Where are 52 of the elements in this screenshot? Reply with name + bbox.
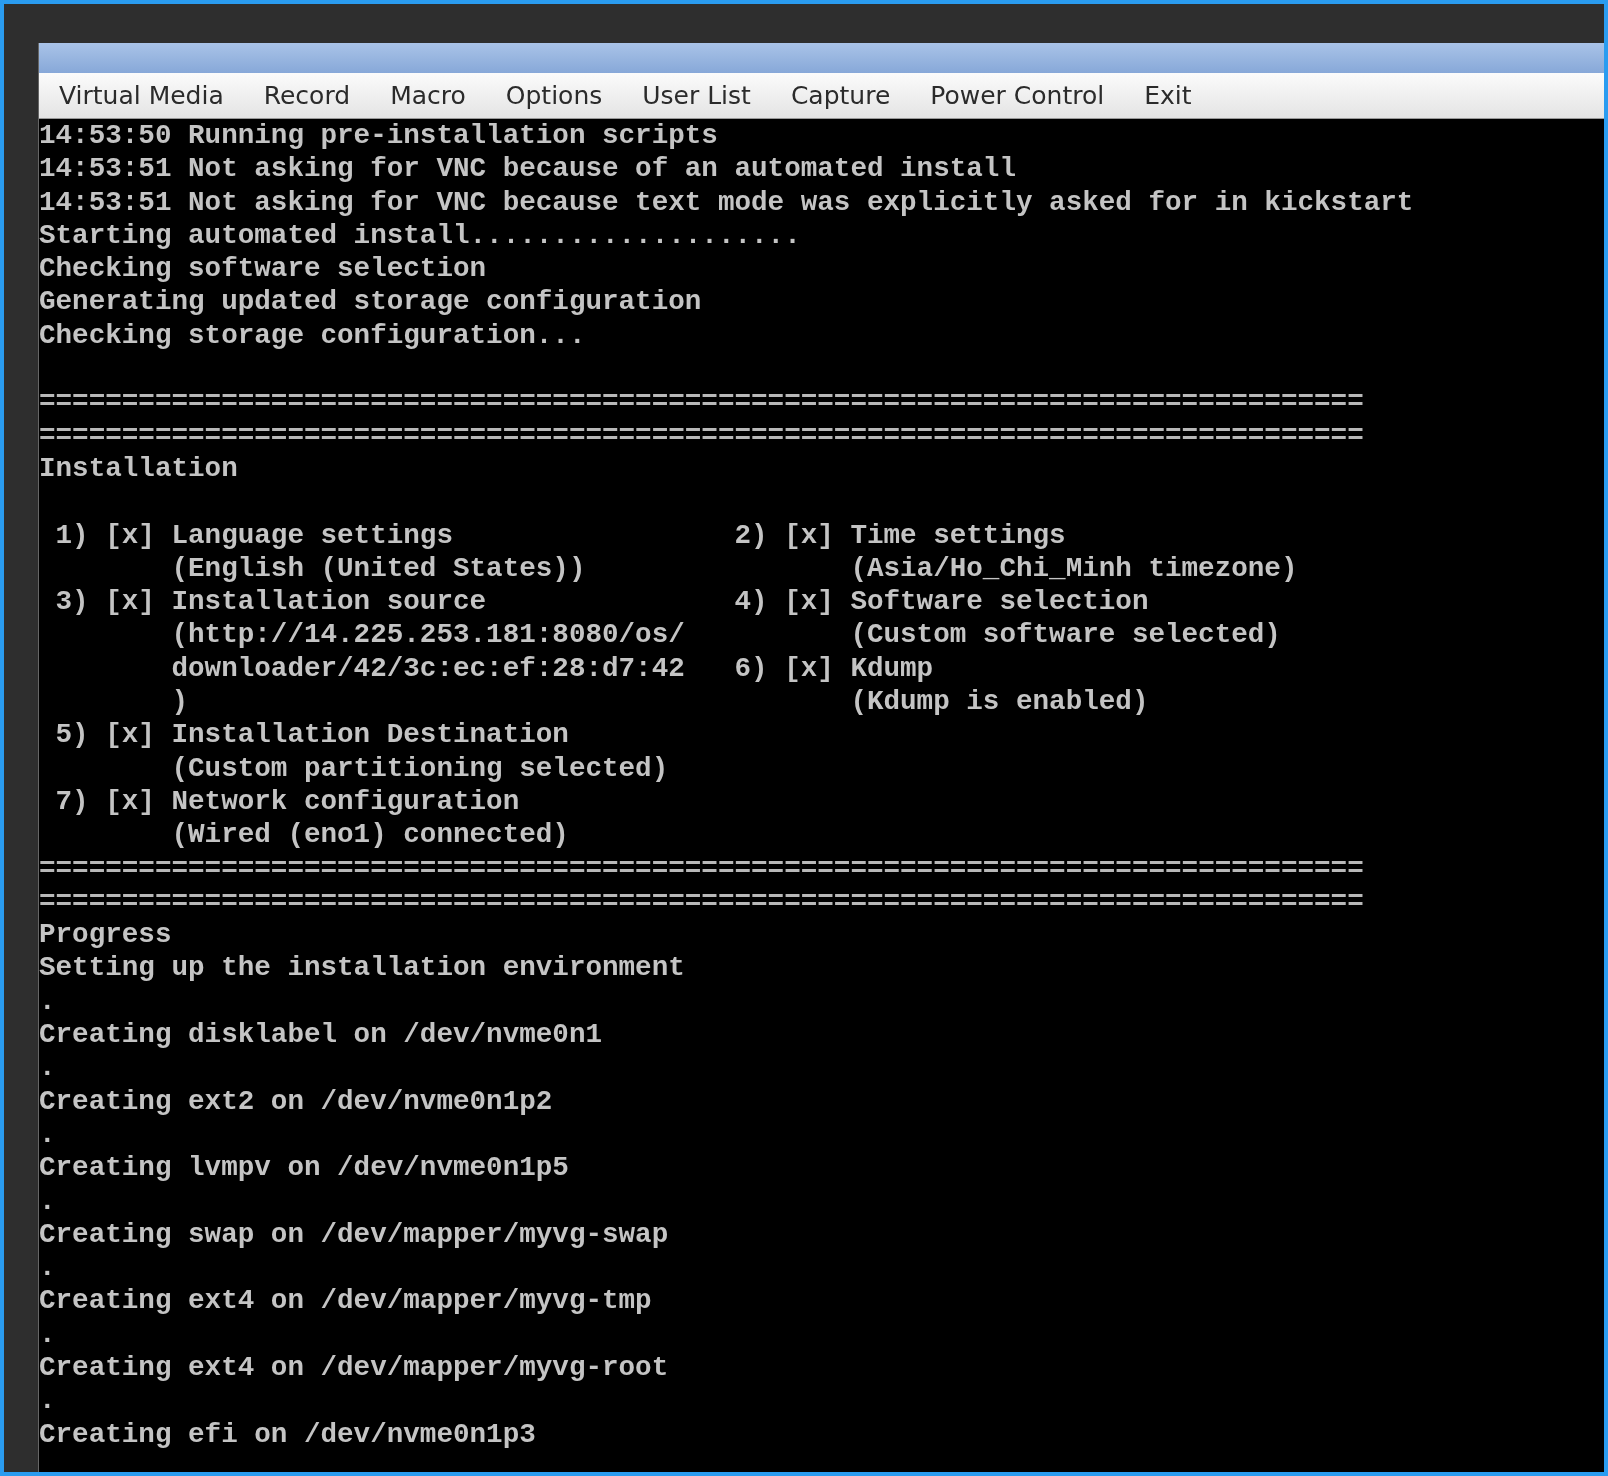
console-text: . bbox=[39, 1318, 56, 1350]
console-text: . bbox=[39, 985, 56, 1017]
console-text: . bbox=[39, 1185, 56, 1217]
console-text: 14:53:50 Running pre-installation scripts bbox=[39, 120, 718, 151]
console-text: Progress bbox=[39, 919, 172, 951]
console-text: (Asia/Ho_Chi_Minh timezone) bbox=[849, 551, 1298, 586]
console-text: (Custom software selected) bbox=[849, 618, 1281, 652]
console-text: Starting automated install.................... bbox=[39, 219, 801, 251]
console-text: 2) [x] Time settings bbox=[734, 518, 1066, 552]
console-text: Generating updated storage configuration bbox=[39, 286, 702, 318]
console-text: Creating ext2 on /dev/nvme0n1p2 bbox=[39, 1085, 553, 1117]
console-text: Creating efi on /dev/nvme0n1p3 bbox=[39, 1418, 536, 1450]
menu-item[interactable]: Macro bbox=[370, 77, 486, 114]
console-text: 7) [x] Network configuration bbox=[54, 785, 520, 817]
console-text: Checking storage configuration... bbox=[39, 319, 586, 351]
console-text: (Wired (eno1) connected) bbox=[170, 819, 569, 851]
separator-line: ================================================================================ bbox=[39, 419, 1364, 451]
console-text: 1) [x] Language settings bbox=[54, 519, 453, 551]
separator-line: ================================================================================ bbox=[39, 852, 1364, 884]
console-text: 4) [x] Software selection bbox=[734, 585, 1149, 619]
menu-item[interactable]: Virtual Media bbox=[39, 77, 244, 114]
console-text: 14:53:51 Not asking for VNC because text mode was explicitly asked for in kickstart bbox=[39, 186, 1414, 218]
separator-line: ================================================================================ bbox=[39, 885, 1364, 917]
console-text: (Custom partitioning selected) bbox=[170, 752, 669, 784]
console-text: Checking software selection bbox=[39, 253, 487, 285]
menu-item[interactable]: Power Control bbox=[910, 77, 1125, 114]
console-text: 6) [x] Kdump bbox=[734, 651, 934, 686]
console-text: Creating swap on /dev/mapper/myvg-swap bbox=[39, 1218, 669, 1250]
console-text: (http://14.225.253.181:8080/os/ bbox=[170, 619, 685, 651]
console-text: Setting up the installation environment bbox=[39, 952, 685, 984]
console-text: (English (United States)) bbox=[170, 552, 586, 584]
console-text: Creating ext4 on /dev/mapper/myvg-root bbox=[39, 1352, 669, 1383]
console-text: Creating lvmpv on /dev/nvme0n1p5 bbox=[39, 1152, 569, 1184]
console-text: Creating disklabel on /dev/nvme0n1 bbox=[39, 1019, 602, 1050]
console-text: . bbox=[39, 1385, 56, 1417]
console-text: 14:53:51 Not asking for VNC because of an automated install bbox=[39, 153, 1016, 185]
menu-item[interactable]: Options bbox=[485, 77, 623, 114]
console-text: Installation bbox=[39, 452, 238, 484]
menu-item[interactable]: Exit bbox=[1124, 77, 1212, 114]
console-text: . bbox=[39, 1118, 56, 1150]
separator-line: ================================================================================ bbox=[39, 386, 1364, 418]
console-text: 3) [x] Installation source bbox=[54, 586, 487, 618]
menu-item[interactable]: Record bbox=[243, 77, 371, 114]
console-text: Creating ext4 on /dev/mapper/myvg-tmp bbox=[39, 1285, 652, 1317]
menu-item[interactable]: User List bbox=[622, 77, 771, 114]
console-text: . bbox=[39, 1052, 56, 1084]
console-text: 5) [x] Installation Destination bbox=[54, 719, 569, 751]
console-text: downloader/42/3c:ec:ef:28:d7:42 bbox=[170, 652, 685, 684]
console-text: . bbox=[39, 1252, 56, 1284]
console-text: (Kdump is enabled) bbox=[849, 685, 1149, 719]
menu-item[interactable]: Capture bbox=[770, 77, 911, 114]
console-text: ) bbox=[170, 686, 189, 718]
